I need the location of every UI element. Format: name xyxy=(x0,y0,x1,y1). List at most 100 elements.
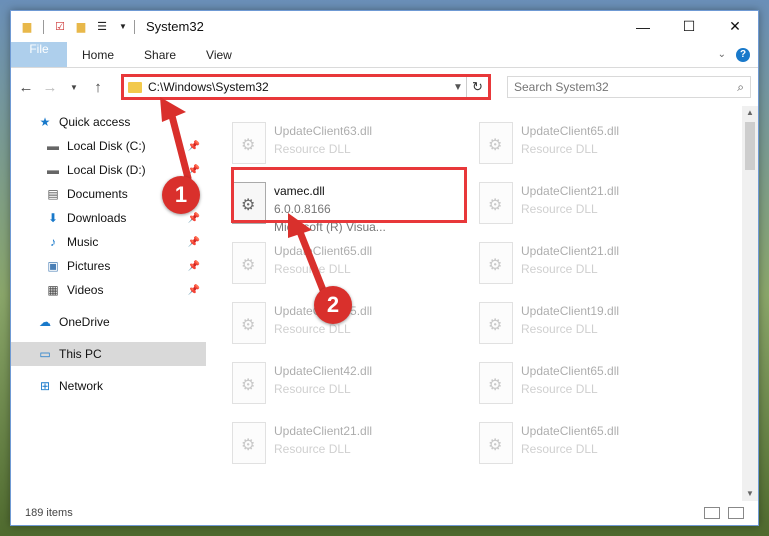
file-name: UpdateClient19.dll xyxy=(521,304,620,318)
sidebar-item-music[interactable]: ♪ Music 📌 xyxy=(11,230,206,254)
large-icons-view-icon[interactable] xyxy=(728,507,744,519)
dll-file-icon xyxy=(479,422,513,464)
scroll-down-icon[interactable]: ▼ xyxy=(742,487,758,501)
dll-file-icon xyxy=(232,182,266,224)
file-name: UpdateClient63.dll xyxy=(274,124,373,138)
pin-icon[interactable]: 📌 xyxy=(188,237,200,248)
address-bar[interactable]: C:\Windows\System32 ▼ ↻ xyxy=(121,74,491,100)
file-item[interactable]: UpdateClient21.dll Resource DLL xyxy=(475,236,722,296)
vertical-scrollbar[interactable]: ▲ ▼ xyxy=(742,106,758,501)
minimize-button[interactable]: — xyxy=(620,11,666,42)
chevron-down-icon[interactable]: ▼ xyxy=(450,82,466,93)
sidebar-item-this-pc[interactable]: ▭ This PC xyxy=(11,342,206,366)
title-bar: ▆ ☑ ▆ ☰ ▼ System32 — ☐ ✕ xyxy=(11,11,758,42)
customize-toolbar-icon[interactable]: ☰ xyxy=(94,19,110,35)
sidebar-item-label: Music xyxy=(67,235,99,249)
pin-icon[interactable]: 📌 xyxy=(188,141,200,152)
recent-locations-button[interactable]: ▼ xyxy=(65,83,83,92)
file-item[interactable]: UpdateClient19.dll Resource DLL xyxy=(475,296,722,356)
dll-file-icon xyxy=(232,122,266,164)
file-item[interactable]: UpdateClient21.dll Resource DLL xyxy=(228,416,475,476)
file-item[interactable]: UpdateClient21.dll Resource DLL xyxy=(475,176,722,236)
search-input[interactable] xyxy=(514,80,738,94)
file-type: Resource DLL xyxy=(521,322,598,336)
expand-ribbon-icon[interactable]: ⌄ xyxy=(718,49,726,60)
file-grid: UpdateClient63.dll Resource DLL UpdateCli… xyxy=(228,116,758,476)
ribbon-tabs: File Home Share View ⌄ ? xyxy=(11,42,758,68)
file-name: UpdateClient21.dll xyxy=(521,184,620,198)
content-area: ★ Quick access ▬ Local Disk (C:) 📌 ▬ Loc… xyxy=(11,106,758,501)
file-name: UpdateClient21.dll xyxy=(521,244,620,258)
file-type: Resource DLL xyxy=(521,442,598,456)
refresh-button[interactable]: ↻ xyxy=(466,77,488,97)
close-button[interactable]: ✕ xyxy=(712,11,758,42)
tab-view[interactable]: View xyxy=(191,42,247,67)
window-title: System32 xyxy=(146,19,204,34)
tab-home[interactable]: Home xyxy=(67,42,129,67)
pin-icon[interactable]: 📌 xyxy=(188,165,200,176)
file-item[interactable]: UpdateClient65.dll Resource DLL xyxy=(228,236,475,296)
file-item[interactable]: UpdateClient65.dll Resource DLL xyxy=(475,356,722,416)
dll-file-icon xyxy=(232,302,266,344)
properties-icon[interactable]: ☑ xyxy=(52,19,68,35)
folder-icon xyxy=(128,81,142,93)
dll-file-icon xyxy=(479,302,513,344)
up-button[interactable]: ↑ xyxy=(89,79,107,96)
pin-icon[interactable]: 📌 xyxy=(188,261,200,272)
cloud-icon: ☁ xyxy=(39,315,51,329)
scroll-up-icon[interactable]: ▲ xyxy=(742,106,758,120)
sidebar-item-label: Videos xyxy=(67,283,104,297)
file-item[interactable]: UpdateClient65.dll Resource DLL xyxy=(475,116,722,176)
file-item-vamec-dll[interactable]: vamec.dll 6.0.0.8166 Microsoft (R) Visua..… xyxy=(228,176,475,236)
pin-icon[interactable]: 📌 xyxy=(188,213,200,224)
file-item[interactable]: UpdateClient63.dll Resource DLL xyxy=(228,116,475,176)
dll-file-icon xyxy=(232,362,266,404)
file-type: Resource DLL xyxy=(274,382,351,396)
maximize-button[interactable]: ☐ xyxy=(666,11,712,42)
sidebar-item-network[interactable]: ⊞ Network xyxy=(11,374,206,398)
sidebar-item-videos[interactable]: ▦ Videos 📌 xyxy=(11,278,206,302)
sidebar-item-onedrive[interactable]: ☁ OneDrive xyxy=(11,310,206,334)
file-list: UpdateClient63.dll Resource DLL UpdateCli… xyxy=(206,106,758,501)
chevron-down-icon[interactable]: ▼ xyxy=(115,19,131,35)
file-type: Resource DLL xyxy=(521,382,598,396)
folder-icon: ▆ xyxy=(22,21,32,33)
file-name: UpdateClient65.dll xyxy=(521,364,620,378)
file-type: Resource DLL xyxy=(521,142,598,156)
drive-icon: ▬ xyxy=(47,163,59,177)
ribbon-right: ⌄ ? xyxy=(718,42,758,67)
tab-share[interactable]: Share xyxy=(129,42,191,67)
file-item[interactable]: UpdateClient42.dll Resource DLL xyxy=(228,356,475,416)
drive-icon: ▬ xyxy=(47,139,59,153)
sidebar-item-label: This PC xyxy=(59,347,102,361)
title-divider xyxy=(134,19,135,34)
sidebar-item-label: Network xyxy=(59,379,104,393)
dll-file-icon xyxy=(479,122,513,164)
new-folder-icon[interactable]: ▆ xyxy=(73,19,89,35)
forward-button[interactable]: → xyxy=(41,79,59,96)
status-bar: 189 items xyxy=(11,501,758,525)
navigation-pane: ★ Quick access ▬ Local Disk (C:) 📌 ▬ Loc… xyxy=(11,106,206,501)
videos-icon: ▦ xyxy=(47,283,59,297)
computer-icon: ▭ xyxy=(39,347,51,361)
address-path[interactable]: C:\Windows\System32 xyxy=(148,80,450,94)
pictures-icon: ▣ xyxy=(47,259,59,273)
file-name: UpdateClient42.dll xyxy=(274,364,373,378)
quick-access-toolbar: ▆ ☑ ▆ ☰ ▼ xyxy=(19,19,131,35)
sidebar-item-local-disk-c[interactable]: ▬ Local Disk (C:) 📌 xyxy=(11,134,206,158)
sidebar-item-pictures[interactable]: ▣ Pictures 📌 xyxy=(11,254,206,278)
file-item[interactable]: UpdateClient65.dll Resource DLL xyxy=(475,416,722,476)
details-view-icon[interactable] xyxy=(704,507,720,519)
dll-file-icon xyxy=(479,362,513,404)
file-version: 6.0.0.8166 xyxy=(274,202,331,216)
search-box[interactable]: ⌕ xyxy=(507,76,751,98)
search-icon[interactable]: ⌕ xyxy=(737,80,744,95)
scrollbar-thumb[interactable] xyxy=(745,122,755,170)
help-icon[interactable]: ? xyxy=(736,47,750,62)
tab-file[interactable]: File xyxy=(11,42,67,67)
sidebar-item-quick-access[interactable]: ★ Quick access xyxy=(11,110,206,134)
pin-icon[interactable]: 📌 xyxy=(188,285,200,296)
sidebar-item-label: Documents xyxy=(67,187,128,201)
back-button[interactable]: ← xyxy=(17,79,35,96)
